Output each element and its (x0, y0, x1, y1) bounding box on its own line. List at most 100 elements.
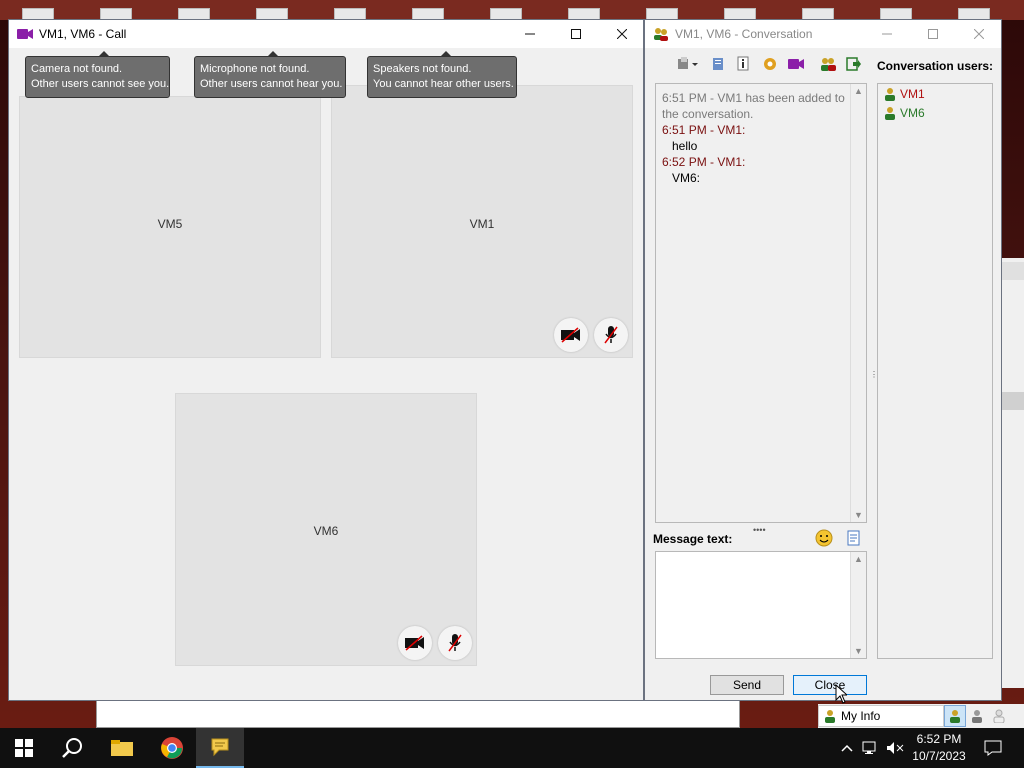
taskbar (0, 728, 1024, 768)
file-explorer-button[interactable] (98, 728, 146, 768)
folder-icon (111, 740, 133, 756)
conversation-window: VM1, VM6 - Conversation Conversation use… (644, 19, 1002, 701)
tooltip-line: Other users cannot hear you. (200, 78, 343, 90)
smiley-icon (815, 529, 833, 547)
microphone-off-button[interactable] (438, 626, 472, 660)
user-key-icon (825, 710, 835, 723)
tooltip-line: Camera not found. (31, 63, 123, 75)
user-list-item[interactable]: VM6 (878, 103, 992, 122)
call-window-title: VM1, VM6 - Call (39, 27, 127, 41)
leave-conversation-button[interactable] (843, 53, 865, 75)
video-tile-vm5[interactable]: VM5 (19, 96, 321, 358)
user-online-icon (950, 710, 960, 723)
chat-scrollbar[interactable]: ▲ ▼ (850, 84, 866, 522)
tile-label: VM5 (157, 217, 183, 231)
gear-icon (764, 58, 776, 70)
conversation-titlebar[interactable]: VM1, VM6 - Conversation (645, 20, 1001, 48)
message-body: VM6: (672, 171, 701, 185)
start-button[interactable] (0, 728, 48, 768)
book-icon (713, 58, 723, 70)
message-body: hello (672, 139, 698, 153)
my-info-label: My Info (841, 709, 881, 723)
chat-history[interactable]: 6:51 PM - VM1 has been added to the conv… (655, 83, 867, 523)
attach-document-icon (847, 530, 860, 546)
maximize-button[interactable] (910, 20, 956, 48)
scroll-down-icon[interactable]: ▼ (854, 510, 863, 520)
chevron-up-icon (841, 744, 853, 752)
settings-button[interactable] (759, 53, 781, 75)
background-window[interactable] (96, 700, 740, 728)
add-users-button[interactable] (817, 53, 839, 75)
user-list-item[interactable]: VM1 (878, 84, 992, 103)
user-offline-icon (993, 709, 1005, 723)
message-header: 6:52 PM - VM1: (662, 155, 746, 169)
video-tile-vm6[interactable]: VM6 (175, 393, 477, 666)
chat-messages: 6:51 PM - VM1 has been added to the conv… (662, 90, 847, 186)
clock-time: 6:52 PM (916, 732, 962, 746)
maximize-button[interactable] (553, 20, 599, 48)
conversation-window-title: VM1, VM6 - Conversation (675, 27, 813, 41)
network-icon (862, 741, 876, 754)
status-offline-button[interactable] (988, 705, 1010, 727)
video-camera-icon (17, 29, 33, 39)
close-button[interactable]: Close (793, 675, 867, 695)
chrome-button[interactable] (148, 728, 196, 768)
tile-label: VM1 (469, 217, 495, 231)
close-window-button[interactable] (599, 20, 645, 48)
send-button[interactable]: Send (710, 675, 784, 695)
tooltip-line: Other users cannot see you. (31, 78, 170, 90)
scroll-up-icon[interactable]: ▲ (854, 554, 863, 564)
call-titlebar[interactable]: VM1, VM6 - Call (9, 20, 643, 48)
my-info-button[interactable]: My Info (818, 705, 944, 727)
message-input-scrollbar[interactable]: ▲ ▼ (850, 552, 866, 658)
microphone-off-button[interactable] (594, 318, 628, 352)
font-options-icon (678, 57, 698, 69)
call-window: VM1, VM6 - Call VM5 VM1 VM6 (8, 19, 644, 701)
info-button[interactable] (733, 53, 755, 75)
panel-splitter[interactable]: ⋮ (870, 370, 878, 384)
system-message: 6:51 PM - VM1 has been added to the conv… (662, 91, 845, 121)
taskbar-clock[interactable]: 6:52 PM 10/7/2023 (904, 731, 974, 765)
microphone-warning-tooltip: Microphone not found. Other users cannot… (194, 51, 346, 98)
windows-logo-icon (15, 739, 33, 757)
status-away-button[interactable] (966, 705, 988, 727)
scroll-up-icon[interactable]: ▲ (854, 86, 863, 96)
conversation-users-label: Conversation users: (877, 59, 994, 73)
messenger-app-button[interactable] (196, 728, 244, 768)
network-button[interactable] (860, 728, 882, 768)
camera-off-button[interactable] (554, 318, 588, 352)
chrome-icon (161, 737, 183, 759)
conversation-users-list[interactable]: VM1 VM6 (877, 83, 993, 659)
camera-warning-tooltip: Camera not found. Other users cannot see… (25, 51, 170, 98)
user-name: VM6 (900, 105, 925, 120)
attach-file-button[interactable] (845, 529, 863, 547)
notifications-button[interactable] (980, 728, 1006, 768)
search-button[interactable] (48, 728, 96, 768)
show-hidden-icons-button[interactable] (838, 728, 856, 768)
message-input[interactable]: ▲ ▼ (655, 551, 867, 659)
speakers-warning-tooltip: Speakers not found. You cannot hear othe… (367, 51, 517, 98)
maximize-icon (928, 29, 938, 39)
video-camera-icon (788, 59, 804, 69)
volume-muted-icon (887, 742, 904, 754)
notification-icon (984, 740, 1002, 756)
history-button[interactable] (707, 53, 729, 75)
video-call-button[interactable] (785, 53, 807, 75)
camera-off-button[interactable] (398, 626, 432, 660)
scroll-down-icon[interactable]: ▼ (854, 646, 863, 656)
minimize-button[interactable] (864, 20, 910, 48)
close-window-button[interactable] (956, 20, 1002, 48)
font-style-dropdown[interactable] (675, 53, 703, 75)
desktop-icon-strip (0, 0, 1024, 22)
status-online-button[interactable] (944, 705, 966, 727)
clock-date: 10/7/2023 (912, 749, 966, 763)
resize-grip-icon[interactable]: •••• (753, 525, 766, 535)
emoji-button[interactable] (815, 529, 833, 547)
status-strip: My Info (818, 704, 1024, 728)
background-window-edge[interactable] (1002, 258, 1024, 688)
users-icon (654, 28, 668, 41)
minimize-icon (882, 33, 892, 35)
video-tile-vm1[interactable]: VM1 (331, 85, 633, 358)
volume-button[interactable] (884, 728, 906, 768)
minimize-button[interactable] (507, 20, 553, 48)
